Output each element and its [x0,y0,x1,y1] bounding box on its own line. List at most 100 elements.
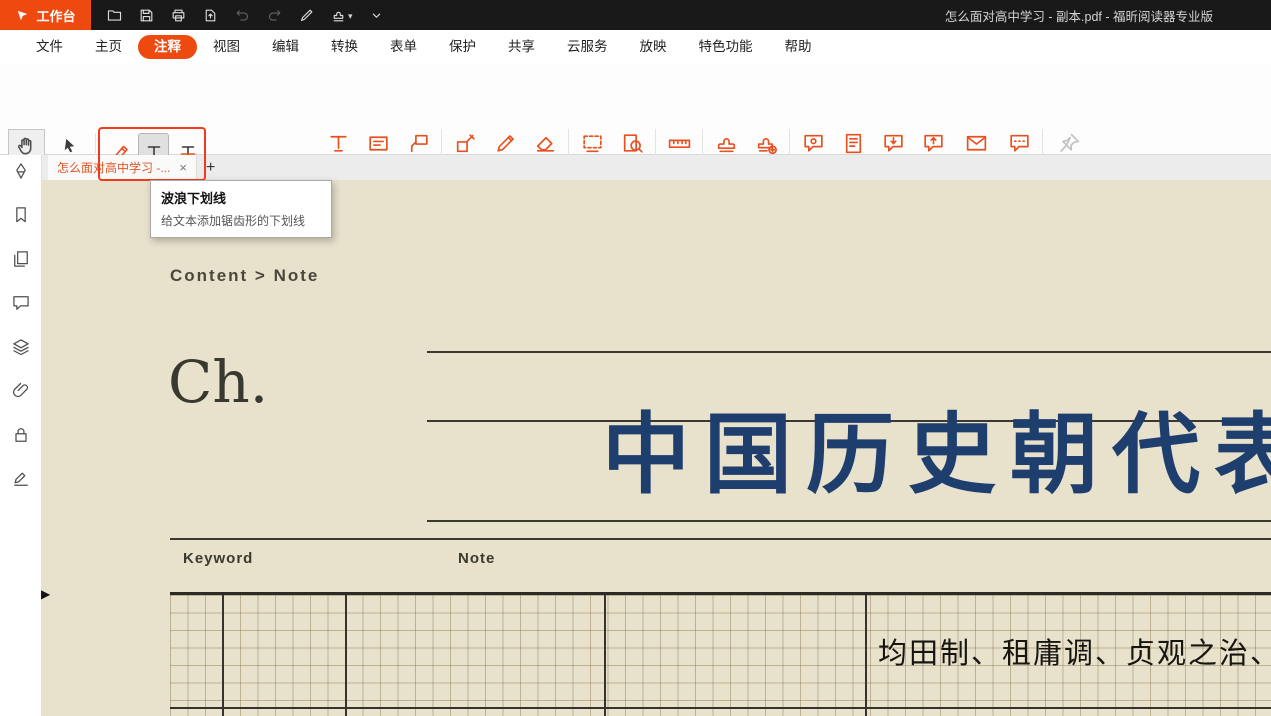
document-tab[interactable]: 怎么面对高中学习 -... × [48,155,197,180]
stamp-icon [714,131,739,156]
pen-nib-icon [11,161,31,181]
cursor-icon [60,136,80,156]
menu-item-12[interactable]: 特色功能 [683,35,769,59]
menu-item-4[interactable]: 视图 [197,35,256,59]
eraser-icon [533,131,558,156]
tooltip-wavy-underline: 波浪下划线 给文本添加锯齿形的下划线 [150,180,332,238]
pdf-page[interactable]: Content > Note Ch. 中国历史朝代表 Keyword Note … [42,180,1271,716]
page-title: 中国历史朝代表 [602,410,1271,498]
export-icon [202,7,219,24]
title-line-3 [427,520,1271,522]
mail-fdf-icon [964,131,989,156]
page-breadcrumb: Content > Note [170,266,319,286]
workspace-label: 工作台 [36,6,75,25]
panel-expand-arrow-icon[interactable]: ▶ [41,587,50,601]
export-comments-icon [921,131,946,156]
sidebar-pages-button[interactable] [10,249,32,269]
typewriter-icon [326,131,351,156]
sidebar-comments-button[interactable] [10,293,32,313]
comment-bubble-icon [11,293,31,313]
menu-item-11[interactable]: 放映 [624,35,683,59]
window-title: 怎么面对高中学习 - 副本.pdf - 福昕阅读器专业版 [945,6,1213,25]
lock-icon [11,425,31,445]
menu-item-7[interactable]: 表单 [374,35,433,59]
paperclip-icon [11,381,31,401]
chevron-down-icon [368,7,385,24]
sidebar-signatures-button[interactable] [10,469,32,489]
close-tab-icon[interactable]: × [179,161,187,174]
print-icon [170,7,187,24]
folder-open-icon [106,7,123,24]
new-tab-button[interactable]: + [206,160,215,176]
menu-item-8[interactable]: 保护 [433,35,492,59]
draw-icon [453,131,478,156]
save-button[interactable] [138,7,155,24]
ruler-icon [667,131,692,156]
pushpin-icon [1057,131,1082,156]
document-tab-title: 怎么面对高中学习 -... [57,159,170,176]
sidebar-security-button[interactable] [10,425,32,445]
tooltip-title: 波浪下划线 [161,188,321,207]
table-vertical-line [222,595,224,716]
header-band-top-line [170,538,1271,540]
menu-bar: 文件主页注释视图编辑转换表单保护共享云服务放映特色功能帮助 [0,30,1271,63]
pen-icon [298,7,315,24]
import-icon [881,131,906,156]
create-icon [754,131,779,156]
table-vertical-line [604,595,606,716]
note-column-header: Note [458,550,495,567]
redo-icon [266,7,283,24]
sidebar-attachments-button[interactable] [10,381,32,401]
save-icon [138,7,155,24]
signature-icon [11,469,31,489]
table-vertical-line [865,595,867,716]
table-vertical-line [345,595,347,716]
pencil-icon [493,131,518,156]
keyword-column-header: Keyword [183,550,253,567]
menu-item-3[interactable]: 注释 [138,35,197,59]
callout-icon [406,131,431,156]
stamp-button[interactable]: ▾ [330,7,353,24]
textbox-icon [366,131,391,156]
menu-item-13[interactable]: 帮助 [769,35,828,59]
layers-icon [11,337,31,357]
summary-comments-icon [841,131,866,156]
manage-comments-icon [801,131,826,156]
navigation-sidebar [0,155,42,716]
tooltip-description: 给文本添加锯齿形的下划线 [161,212,321,229]
table-horizontal-line [170,707,1271,709]
customize-toolbar-button[interactable] [368,7,385,24]
workspace-logo-button[interactable]: 工作台 [0,0,91,30]
menu-item-5[interactable]: 编辑 [256,35,315,59]
search-highlight-icon [620,131,645,156]
chapter-label: Ch. [168,348,268,416]
sidebar-bookmarks-button[interactable] [10,205,32,225]
menu-item-6[interactable]: 转换 [315,35,374,59]
foxit-logo-icon [15,8,30,23]
ribbon-toolbar: 手型工具 选择 ▾ 波浪下划线 给文本添加锯齿形的下划线 打字机文本框注释框绘图… [0,63,1271,155]
undo-icon [234,7,251,24]
handwritten-note-text: 均田制、租庸调、贞观之治、 [878,630,1271,672]
bookmark-icon [11,205,31,225]
sidebar-annotate-panel-button[interactable] [10,161,32,181]
highlight-pen-button[interactable] [298,7,315,24]
undo-button [234,7,251,24]
menu-item-9[interactable]: 共享 [492,35,551,59]
area-highlight-icon [580,131,605,156]
comment-settings-icon [1007,131,1032,156]
export-button[interactable] [202,7,219,24]
menu-item-1[interactable]: 文件 [20,35,79,59]
menu-item-2[interactable]: 主页 [79,35,138,59]
document-tab-bar: 怎么面对高中学习 -... × + [42,155,1271,180]
caret-down-icon: ▾ [348,12,353,21]
redo-button [266,7,283,24]
quick-access-toolbar: ▾ [106,7,385,24]
title-line-1 [427,351,1271,353]
menu-item-10[interactable]: 云服务 [551,35,624,59]
print-button[interactable] [170,7,187,24]
open-button[interactable] [106,7,123,24]
title-bar: 工作台 ▾ 怎么面对高中学习 - 副本.pdf - 福昕阅读器专业版 [0,0,1271,30]
pages-icon [11,249,31,269]
sidebar-layers-button[interactable] [10,337,32,357]
stamp-small-icon [330,7,347,24]
